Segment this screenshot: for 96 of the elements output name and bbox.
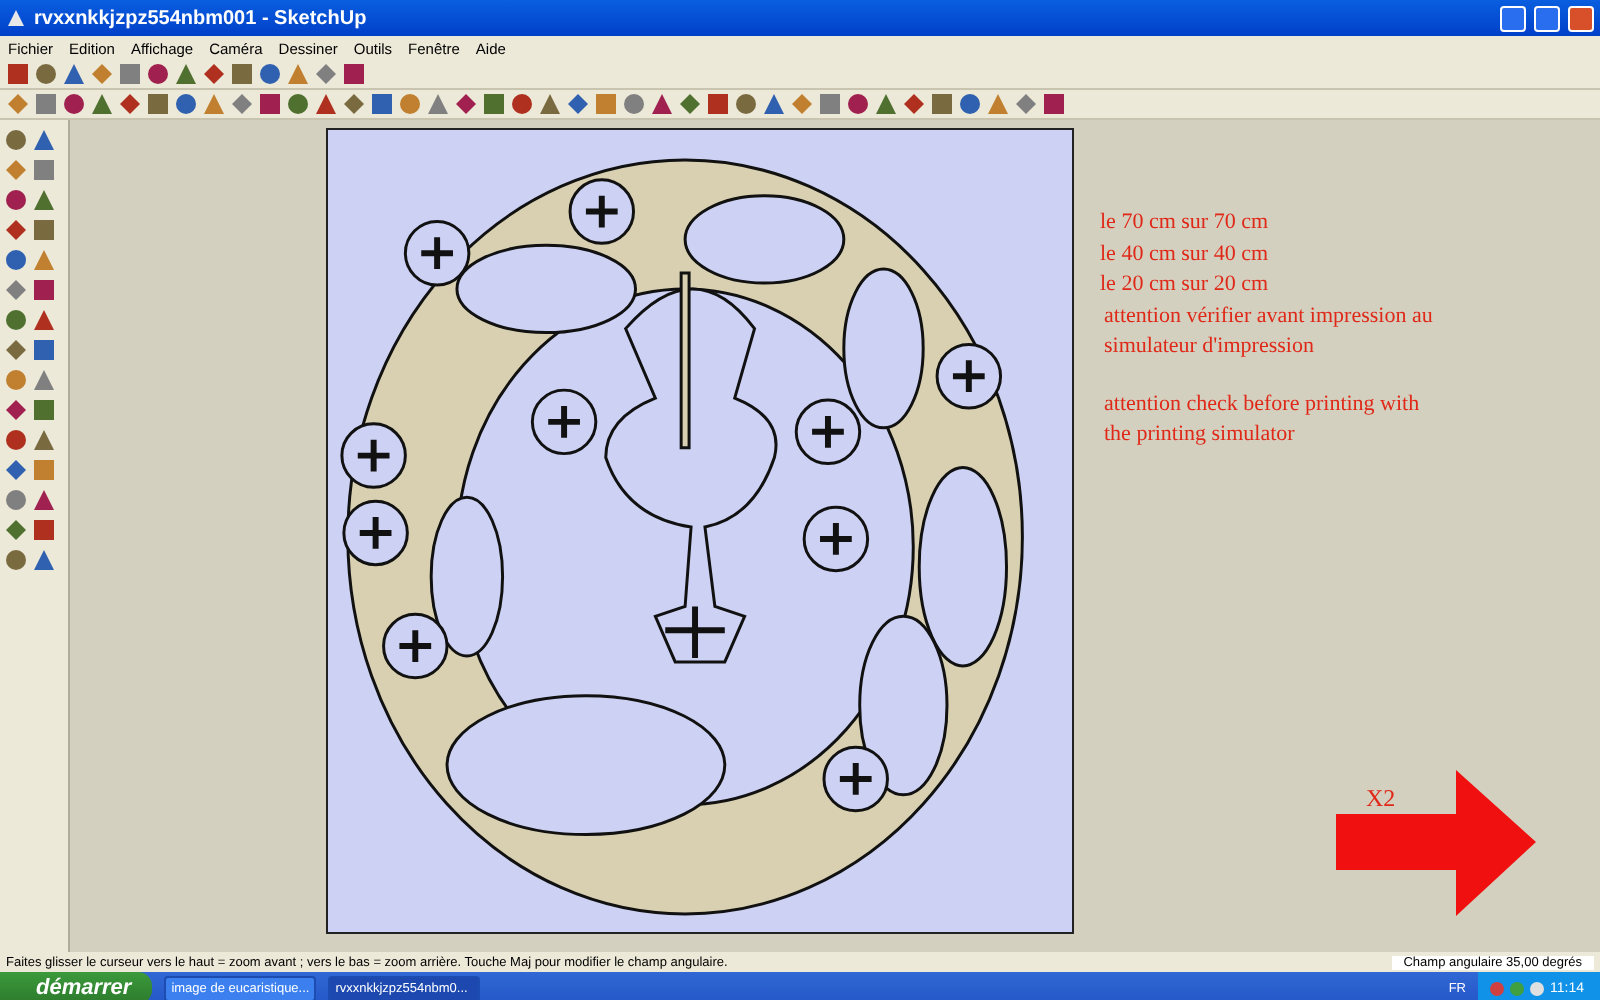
tool-icon[interactable]: [118, 92, 142, 116]
tool-icon[interactable]: [230, 92, 254, 116]
tool-icon[interactable]: [90, 62, 114, 86]
tool-icon[interactable]: [4, 488, 28, 512]
maximize-button[interactable]: [1534, 5, 1560, 31]
tool-icon[interactable]: [846, 92, 870, 116]
tool-icon[interactable]: [32, 248, 56, 272]
tool-icon[interactable]: [790, 92, 814, 116]
tool-icon[interactable]: [6, 92, 30, 116]
tool-icon[interactable]: [118, 62, 142, 86]
tool-icon[interactable]: [62, 92, 86, 116]
annotation-text: le 70 cm sur 70 cm: [1100, 208, 1271, 238]
tool-icon[interactable]: [4, 248, 28, 272]
tool-icon[interactable]: [818, 92, 842, 116]
tool-icon[interactable]: [286, 92, 310, 116]
tool-icon[interactable]: [4, 368, 28, 392]
tool-icon[interactable]: [90, 92, 114, 116]
tool-icon[interactable]: [32, 518, 56, 542]
annotation-text: attention vérifier avant impression au: [1104, 301, 1433, 331]
tool-icon[interactable]: [4, 428, 28, 452]
tool-icon[interactable]: [34, 92, 58, 116]
tool-icon[interactable]: [6, 62, 30, 86]
app-icon: [6, 8, 26, 28]
tool-icon[interactable]: [986, 92, 1010, 116]
tool-icon[interactable]: [32, 308, 56, 332]
tool-icon[interactable]: [32, 188, 56, 212]
tool-icon[interactable]: [566, 92, 590, 116]
tool-icon[interactable]: [146, 92, 170, 116]
tool-icon[interactable]: [874, 92, 898, 116]
tool-icon[interactable]: [4, 128, 28, 152]
tool-icon[interactable]: [32, 548, 56, 572]
tool-icon[interactable]: [174, 62, 198, 86]
tool-icon[interactable]: [4, 158, 28, 182]
tool-icon[interactable]: [902, 92, 926, 116]
tool-icon[interactable]: [34, 62, 58, 86]
tool-icon[interactable]: [230, 62, 254, 86]
tool-icon[interactable]: [32, 368, 56, 392]
annotation-text: attention check before printing with: [1104, 389, 1422, 419]
tool-icon[interactable]: [4, 218, 28, 242]
tool-icon[interactable]: [706, 92, 730, 116]
tool-icon[interactable]: [342, 62, 366, 86]
tool-icon[interactable]: [32, 128, 56, 152]
annotation-text: le 20 cm sur 20 cm: [1100, 270, 1271, 300]
tool-icon[interactable]: [258, 92, 282, 116]
tool-icon[interactable]: [146, 62, 170, 86]
start-button[interactable]: démarrer: [0, 972, 152, 1000]
tool-icon[interactable]: [314, 62, 338, 86]
tool-icon[interactable]: [734, 92, 758, 116]
tool-icon[interactable]: [4, 518, 28, 542]
tool-icon[interactable]: [314, 92, 338, 116]
tool-icon[interactable]: [594, 92, 618, 116]
tool-icon[interactable]: [622, 92, 646, 116]
tool-icon[interactable]: [1014, 92, 1038, 116]
tool-icon[interactable]: [398, 92, 422, 116]
annotation-text: le 40 cm sur 40 cm: [1100, 239, 1271, 269]
tool-icon[interactable]: [32, 218, 56, 242]
tool-icon[interactable]: [32, 278, 56, 302]
tool-icon[interactable]: [32, 428, 56, 452]
tool-icon[interactable]: [174, 92, 198, 116]
minimize-button[interactable]: [1500, 5, 1526, 31]
tool-icon[interactable]: [342, 92, 366, 116]
tool-icon[interactable]: [62, 62, 86, 86]
tool-icon[interactable]: [32, 398, 56, 422]
tool-icon[interactable]: [32, 338, 56, 362]
tool-icon[interactable]: [426, 92, 450, 116]
tool-icon[interactable]: [202, 92, 226, 116]
tool-icon[interactable]: [4, 308, 28, 332]
tool-icon[interactable]: [538, 92, 562, 116]
tool-icon[interactable]: [762, 92, 786, 116]
tool-icon[interactable]: [202, 62, 226, 86]
tool-icon[interactable]: [482, 92, 506, 116]
annotation-text: the printing simulator: [1104, 420, 1297, 450]
tool-icon[interactable]: [958, 92, 982, 116]
tool-icon[interactable]: [930, 92, 954, 116]
tool-icon[interactable]: [4, 548, 28, 572]
tool-icon[interactable]: [4, 398, 28, 422]
tool-icon[interactable]: [510, 92, 534, 116]
tool-icon[interactable]: [32, 458, 56, 482]
tool-icon[interactable]: [4, 458, 28, 482]
tool-icon[interactable]: [1042, 92, 1066, 116]
tool-icon[interactable]: [454, 92, 478, 116]
tool-icon[interactable]: [32, 488, 56, 512]
close-button[interactable]: [1568, 5, 1594, 31]
annotation-text: simulateur d'impression: [1104, 332, 1316, 362]
tool-icon[interactable]: [32, 158, 56, 182]
tool-icon[interactable]: [650, 92, 674, 116]
tool-icon[interactable]: [678, 92, 702, 116]
tool-icon[interactable]: [370, 92, 394, 116]
tool-icon[interactable]: [4, 188, 28, 212]
multiplier-label: X2: [1366, 784, 1396, 814]
tool-icon[interactable]: [258, 62, 282, 86]
window-title: rvxxnkkjzpz554nbm001 - SketchUp: [34, 7, 369, 29]
tool-icon[interactable]: [4, 278, 28, 302]
arrow-right-icon: [1336, 770, 1536, 916]
tool-icon[interactable]: [286, 62, 310, 86]
tool-icon[interactable]: [4, 338, 28, 362]
